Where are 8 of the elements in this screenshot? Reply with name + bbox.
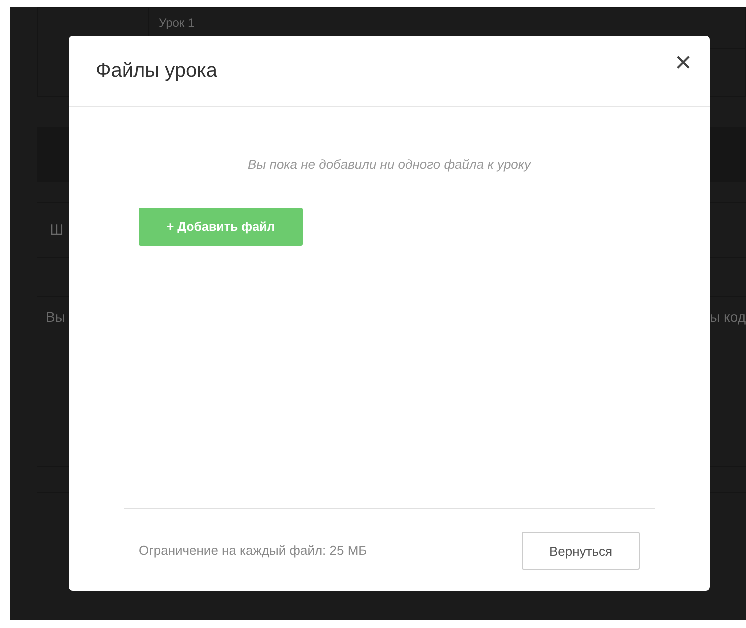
file-limit-note: Ограничение на каждый файл: 25 МБ — [139, 542, 368, 558]
dialog-title: Файлы урока — [96, 60, 218, 82]
section-heading: Ш — [49, 222, 64, 238]
back-button[interactable]: Вернуться — [522, 532, 640, 570]
page-text: Вы — [45, 309, 66, 325]
close-icon[interactable] — [676, 54, 691, 70]
page-text: ы код — [710, 309, 746, 325]
empty-message: Вы пока не добавили ни одного файла к уроку — [246, 157, 532, 172]
